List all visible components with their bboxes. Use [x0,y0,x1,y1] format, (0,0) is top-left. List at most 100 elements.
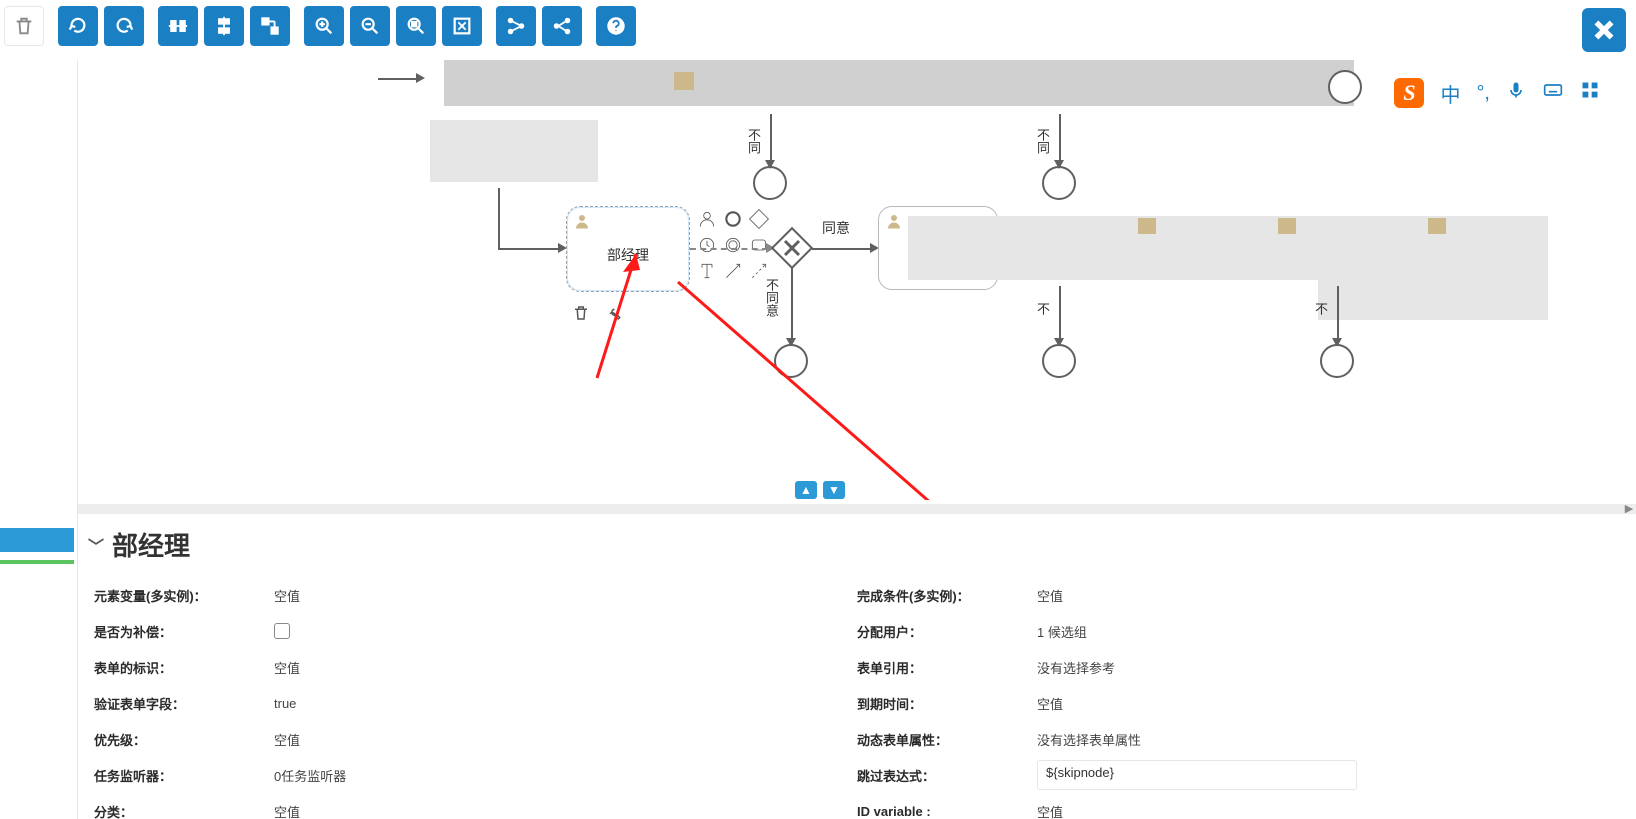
toolbar [0,0,1636,60]
prop-row[interactable]: 元素变量(多实例)：空值 [94,577,857,613]
vlabel-diff: 不同 [1033,128,1052,154]
split-button[interactable] [496,6,536,46]
user-icon [885,212,903,230]
prop-row[interactable]: 完成条件(多实例)：空值 [857,577,1620,613]
prop-label: 元素变量(多实例)： [94,586,274,605]
censor [1318,280,1548,320]
ime-lang[interactable]: 中 [1440,79,1460,108]
prop-row[interactable]: 是否为补偿： [94,613,857,649]
end-event[interactable] [753,166,787,200]
prop-row[interactable]: 分类：空值 [94,793,857,819]
prop-label: 是否为补偿： [94,622,274,641]
prop-row[interactable]: 分配用户：1 候选组 [857,613,1620,649]
ctx-user-icon[interactable] [696,208,718,230]
ctx-intermediate-icon[interactable] [722,234,744,256]
prop-row[interactable]: ID variable :空值 [857,793,1620,819]
sequence-flow [1059,114,1061,166]
same-size-button[interactable] [250,6,290,46]
censor [908,216,1548,280]
user-icon [573,212,591,230]
prop-label: 表单的标识： [94,658,274,677]
keyboard-icon[interactable] [1542,80,1564,106]
chevron-down-icon: ﹀ [88,533,104,557]
horizontal-scrollbar[interactable]: ◀ ▶ [78,500,1636,518]
undo-button[interactable] [104,6,144,46]
prop-label: 表单引用： [857,658,1037,677]
vlabel-diff: 不同 [744,128,763,154]
censor [430,120,598,182]
branch-button[interactable] [542,6,582,46]
ctx-timer-icon[interactable] [696,234,718,256]
diagram-canvas[interactable]: 不同 不同 部经理 同意 不同意 [78,60,1636,500]
zoom-actual-button[interactable] [442,6,482,46]
label-disagree: 不同意 [762,278,781,317]
prop-label: 分配用户： [857,622,1037,641]
sequence-flow [690,248,768,250]
properties-header[interactable]: ﹀ 部经理 [78,522,1636,577]
prop-value: 空值 [274,658,300,677]
close-button[interactable] [1582,8,1626,52]
delete-button[interactable] [4,6,44,46]
end-event[interactable] [1042,166,1076,200]
prop-value: 空值 [1037,694,1063,713]
left-rail [0,60,78,819]
scroll-track[interactable] [78,504,1636,514]
prop-row[interactable]: 优先级：空值 [94,721,857,757]
ctx-connect-icon[interactable] [722,260,744,282]
prop-label: 跳过表达式： [857,766,1037,785]
prop-row[interactable]: 到期时间：空值 [857,685,1620,721]
prop-row[interactable]: 表单引用：没有选择参考 [857,649,1620,685]
task-delete-icon[interactable] [572,304,590,325]
skip-expression-input[interactable]: ${skipnode} [1037,760,1357,790]
help-button[interactable] [596,6,636,46]
redo-button[interactable] [58,6,98,46]
user-task-selected[interactable]: 部经理 [566,206,690,292]
sequence-flow [1059,286,1061,342]
prop-row[interactable]: 跳过表达式：${skipnode} [857,757,1620,793]
prop-row[interactable]: 验证表单字段：true [94,685,857,721]
prop-value: 没有选择表单属性 [1037,730,1141,749]
checkbox[interactable] [274,623,290,639]
ime-logo-icon[interactable]: S [1394,78,1424,108]
sequence-flow [1337,286,1339,342]
scroll-right-icon[interactable]: ▶ [1622,502,1636,516]
prop-label: 完成条件(多实例)： [857,586,1037,605]
ime-punct[interactable]: °, [1476,82,1490,105]
ctx-text-icon[interactable] [696,260,718,282]
arrowhead-icon [1054,160,1064,169]
task-wrench-icon[interactable] [604,304,622,325]
prop-value: 空值 [1037,802,1063,819]
align-h-button[interactable] [158,6,198,46]
label-agree: 同意 [822,218,850,238]
prop-row[interactable]: 表单的标识：空值 [94,649,857,685]
prop-label: 分类： [94,802,274,819]
align-v-button[interactable] [204,6,244,46]
zoom-out-button[interactable] [350,6,390,46]
censor [1138,218,1156,234]
sequence-flow [498,248,562,250]
panel-up-button[interactable]: ▲ [795,481,817,499]
end-event[interactable] [1320,344,1354,378]
panel-down-button[interactable]: ▼ [823,481,845,499]
prop-value: true [274,696,296,711]
ctx-gateway-icon[interactable] [748,208,770,230]
end-event[interactable] [1042,344,1076,378]
mic-icon[interactable] [1506,80,1526,106]
grid-icon[interactable] [1580,80,1600,106]
prop-value: 1 候选组 [1037,622,1087,641]
palette-item-active[interactable] [0,528,74,552]
ctx-end-icon[interactable] [722,208,744,230]
zoom-fit-button[interactable] [396,6,436,46]
zoom-in-button[interactable] [304,6,344,46]
end-event[interactable] [1328,70,1362,104]
prop-value: 空值 [1037,586,1063,605]
end-event[interactable] [774,344,808,378]
palette-underline [0,560,74,564]
prop-row[interactable]: 任务监听器：0任务监听器 [94,757,857,793]
sequence-flow [812,248,874,250]
exclusive-gateway[interactable] [770,226,814,270]
prop-label: 动态表单属性： [857,730,1037,749]
prop-label: 到期时间： [857,694,1037,713]
prop-row[interactable]: 动态表单属性：没有选择表单属性 [857,721,1620,757]
arrowhead-icon [416,73,425,83]
